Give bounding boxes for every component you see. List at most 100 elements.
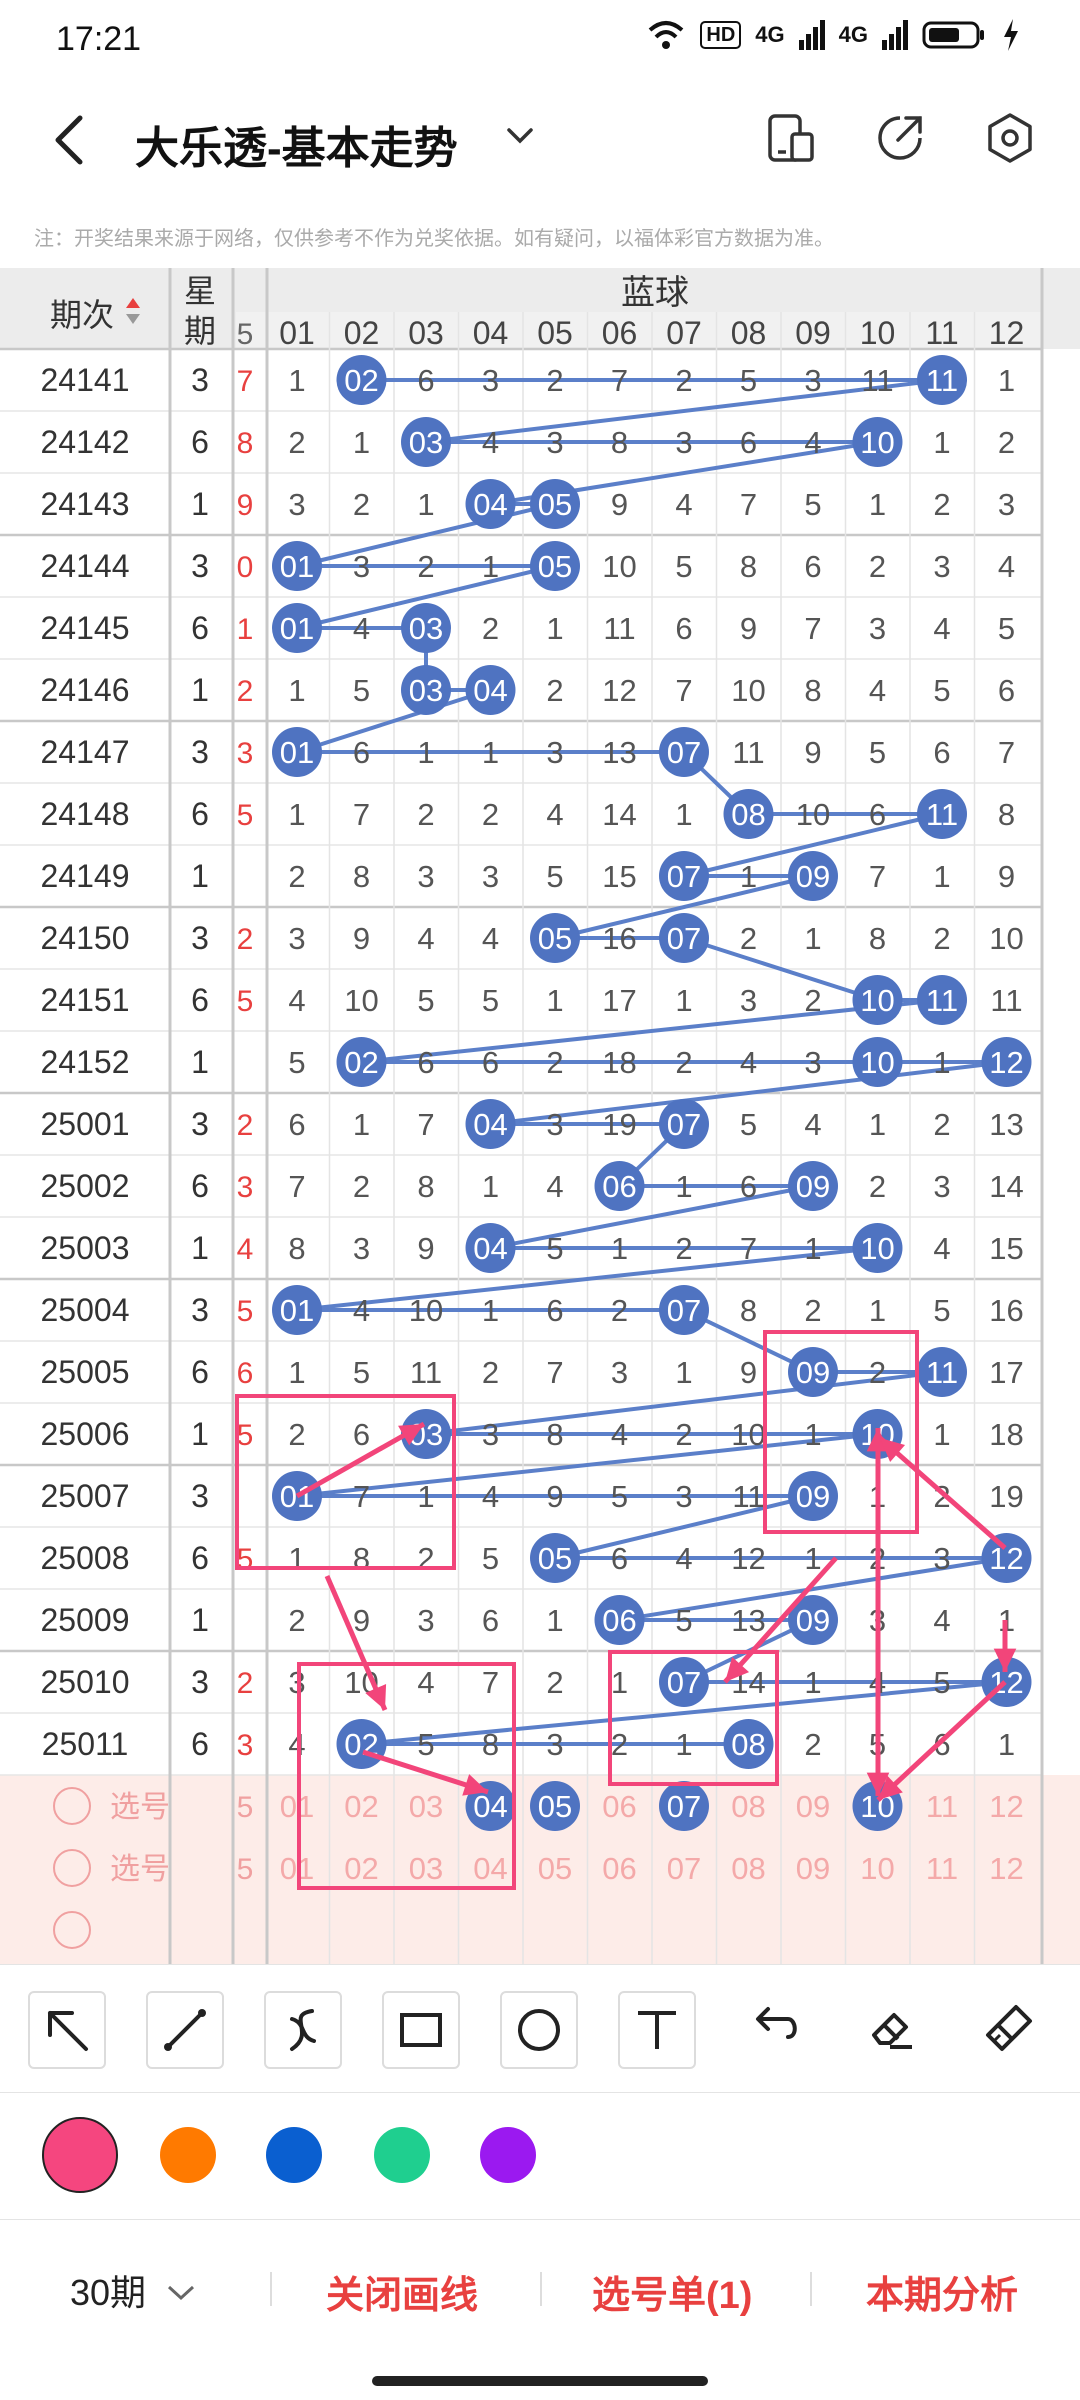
eraser-tool[interactable] [854,1991,932,2069]
weekday-cell: 1 [191,1416,209,1452]
pick-number[interactable]: 08 [731,1851,765,1886]
pick-number[interactable]: 09 [796,1851,830,1886]
miss-count: 3 [675,425,692,460]
partial-column-cell: 3 [237,1729,254,1762]
trend-chart[interactable]: 蓝球期次星期 5 01 02 03 04 05 06 07 08 09 10 11 1224141 3 7 1 0… [0,268,1080,1964]
pick-number[interactable]: 05 [538,1851,572,1886]
color-swatch-orange[interactable] [160,2127,216,2183]
blue-ball-number: 03 [409,673,443,708]
pick-number[interactable]: 06 [602,1789,636,1824]
pick-number[interactable]: 07 [667,1851,701,1886]
pick-number[interactable]: 12 [989,1789,1023,1824]
blue-ball-number: 03 [409,611,443,646]
settings-icon[interactable] [984,112,1036,164]
pick-number[interactable]: 03 [409,1789,443,1824]
miss-count: 17 [989,1355,1023,1390]
miss-count: 1 [869,487,886,522]
pick-number[interactable]: 08 [731,1789,765,1824]
miss-count: 5 [353,1355,370,1390]
miss-count: 1 [675,1169,692,1204]
miss-count: 5 [740,1107,757,1142]
miss-count: 6 [933,735,950,770]
share-icon[interactable] [874,112,926,164]
pick-number[interactable]: 09 [796,1789,830,1824]
blue-ball-number: 01 [280,1293,314,1328]
miss-count: 2 [546,1665,563,1700]
miss-count: 1 [804,1417,821,1452]
miss-count: 4 [288,983,305,1018]
miss-count: 2 [417,797,434,832]
curve-tool[interactable] [264,1991,342,2069]
signal-icon [798,20,825,50]
miss-count: 7 [998,735,1015,770]
miss-count: 1 [998,363,1015,398]
period-analysis-button[interactable]: 本期分析 [866,2264,1018,2319]
pick-number[interactable]: 04 [473,1851,507,1886]
blue-ball-number: 04 [473,673,507,708]
blue-ball-number: 04 [473,1107,507,1142]
rectangle-tool[interactable] [382,1991,460,2069]
clear-tool[interactable] [972,1991,1050,2069]
pick-number[interactable]: 10 [860,1851,894,1886]
miss-count: 3 [417,1603,434,1638]
text-tool-icon [638,2011,676,2049]
text-tool[interactable] [618,1991,696,2069]
circle-tool[interactable] [500,1991,578,2069]
miss-count: 8 [353,1541,370,1576]
period-cell: 25010 [41,1664,130,1700]
rectangle-tool-icon [400,2013,442,2047]
layout-toggle-icon[interactable] [766,112,816,164]
blue-ball-number: 09 [796,1355,830,1390]
miss-count: 1 [546,1603,563,1638]
color-swatch-pink[interactable] [42,2117,118,2193]
miss-count: 6 [675,611,692,646]
miss-count: 7 [353,1479,370,1514]
chevron-down-icon[interactable] [506,126,534,146]
blue-ball-number: 05 [538,921,572,956]
miss-count: 1 [353,1107,370,1142]
partial-column-cell: 4 [237,1233,254,1266]
line-tool[interactable] [146,1991,224,2069]
arrow-tool[interactable] [28,1991,106,2069]
pick-number[interactable]: 02 [344,1789,378,1824]
pick-number[interactable]: 06 [602,1851,636,1886]
pick-row-label: 选号 [110,1853,170,1886]
miss-count: 10 [796,797,830,832]
pick-number[interactable]: 12 [989,1851,1023,1886]
pick-list-button[interactable]: 选号单(1) [592,2264,752,2319]
back-arrow-icon[interactable] [50,114,90,166]
partial-column-cell: 8 [237,427,254,460]
color-swatch-purple[interactable] [480,2127,536,2183]
weekday-cell: 1 [191,1602,209,1638]
page-title[interactable]: 大乐透-基本走势 [135,112,458,176]
miss-count: 1 [675,983,692,1018]
status-time: 17:21 [56,20,142,58]
miss-count: 3 [675,1479,692,1514]
pick-number[interactable]: 02 [344,1851,378,1886]
weekday-cell: 6 [191,982,209,1018]
pick-number[interactable]: 11 [926,1851,958,1886]
miss-count: 5 [288,1045,305,1080]
column-header-10: 10 [860,315,896,351]
miss-count: 11 [603,611,635,646]
undo-tool[interactable] [736,1991,814,2069]
partial-column-cell: 5 [237,799,254,832]
miss-count: 1 [804,1541,821,1576]
miss-count: 5 [740,363,757,398]
miss-count: 11 [990,983,1022,1018]
weekday-cell: 3 [191,548,209,584]
miss-count: 13 [731,1603,765,1638]
color-swatch-green[interactable] [374,2127,430,2183]
color-swatch-blue[interactable] [266,2127,322,2183]
partial-column-cell: 2 [237,923,254,956]
miss-count: 3 [804,1045,821,1080]
column-header-04: 04 [473,315,509,351]
weekday-cell: 3 [191,734,209,770]
miss-count: 11 [732,1479,764,1514]
miss-count: 8 [353,859,370,894]
miss-count: 1 [869,1293,886,1328]
pick-number[interactable]: 03 [409,1851,443,1886]
period-cell: 24147 [41,734,130,770]
pick-number[interactable]: 11 [926,1789,958,1824]
close-drawing-button[interactable]: 关闭画线 [326,2264,478,2319]
